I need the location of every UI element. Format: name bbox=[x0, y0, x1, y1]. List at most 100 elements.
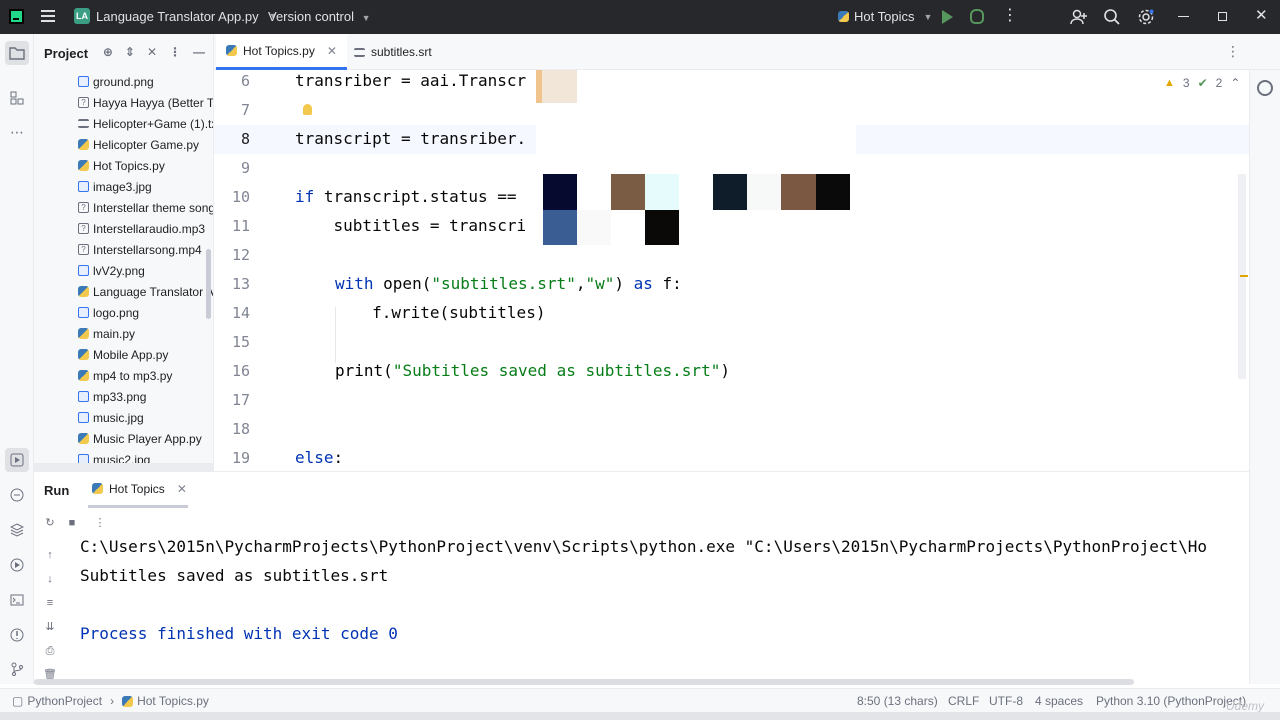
inspection-widget[interactable]: ▲3 ✔2 ⌃ ⌄ bbox=[1164, 76, 1258, 90]
problems-icon[interactable] bbox=[5, 623, 29, 647]
unknown-file-icon: ? bbox=[78, 223, 89, 234]
file-tree-item[interactable]: main.py bbox=[78, 323, 135, 344]
file-tree-item[interactable]: Language Translator Ap bbox=[78, 281, 214, 302]
file-tree-item[interactable]: image3.jpg bbox=[78, 176, 152, 197]
file-encoding[interactable]: UTF-8 bbox=[989, 694, 1023, 708]
run-config-selector[interactable]: Hot Topics ▼ bbox=[838, 9, 932, 24]
file-tree-item[interactable]: ? Interstellaraudio.mp3 bbox=[78, 218, 205, 239]
file-tree-item[interactable]: logo.png bbox=[78, 302, 139, 323]
print-icon[interactable]: ⎙ bbox=[43, 644, 57, 658]
code-line-16: print("Subtitles saved as subtitles.srt"… bbox=[335, 361, 730, 380]
run-panel-title[interactable]: Run bbox=[44, 483, 69, 498]
file-tree-item[interactable]: ground.png bbox=[78, 71, 154, 92]
more-tools-icon[interactable]: ⋯ bbox=[5, 120, 29, 144]
line-number: 6 bbox=[240, 72, 250, 90]
python-console-icon[interactable] bbox=[5, 483, 29, 507]
maximize-window-icon[interactable] bbox=[1218, 12, 1227, 21]
python-file-icon bbox=[78, 349, 89, 360]
code-editor[interactable]: 6 7 8 9 10 11 12 13 14 15 16 17 18 19 tr… bbox=[214, 70, 1280, 471]
run-icon[interactable] bbox=[942, 10, 953, 24]
file-tree-item[interactable]: mp4 to mp3.py bbox=[78, 365, 172, 386]
close-window-icon[interactable]: ✕ bbox=[1255, 6, 1268, 24]
file-name: Interstellar theme song bbox=[93, 200, 214, 215]
breadcrumb-file[interactable]: Hot Topics.py bbox=[137, 694, 209, 708]
image-file-icon bbox=[78, 391, 89, 402]
file-tree-item[interactable]: mp33.png bbox=[78, 386, 146, 407]
file-tree-item[interactable]: Music Player App.py bbox=[78, 428, 202, 449]
unknown-file-icon: ? bbox=[78, 202, 89, 213]
keyword-token: with bbox=[335, 274, 374, 293]
search-icon[interactable] bbox=[1103, 8, 1121, 29]
tab-subtitles[interactable]: subtitles.srt bbox=[344, 34, 442, 70]
warning-marker[interactable] bbox=[1240, 275, 1248, 277]
breadcrumb-project[interactable]: PythonProject bbox=[27, 694, 102, 708]
git-icon[interactable] bbox=[5, 657, 29, 681]
code-line-11: subtitles = transcri bbox=[295, 216, 527, 235]
python-interpreter[interactable]: Python 3.10 (PythonProject) bbox=[1096, 694, 1246, 708]
console-hscrollbar[interactable] bbox=[34, 679, 1134, 685]
hide-panel-icon[interactable]: — bbox=[193, 45, 205, 59]
file-tree-item[interactable]: lvV2y.png bbox=[78, 260, 145, 281]
redacted-block bbox=[536, 70, 577, 103]
minimize-window-icon[interactable] bbox=[1178, 16, 1189, 17]
lightbulb-icon[interactable] bbox=[303, 104, 312, 115]
file-tree-item[interactable]: music.jpg bbox=[78, 407, 144, 428]
file-name: Language Translator Ap bbox=[93, 284, 214, 299]
add-user-icon[interactable] bbox=[1070, 8, 1088, 29]
line-number: 8 bbox=[240, 130, 250, 148]
structure-icon[interactable] bbox=[5, 86, 29, 110]
tab-hot-topics[interactable]: Hot Topics.py ✕ bbox=[216, 34, 347, 70]
previous-highlight-icon[interactable]: ⌃ bbox=[1230, 76, 1240, 90]
project-switcher[interactable]: LA Language Translator App.py ▼ bbox=[74, 8, 278, 24]
file-tree-item[interactable]: Mobile App.py bbox=[78, 344, 168, 365]
line-number: 19 bbox=[231, 449, 250, 467]
scroll-down-icon[interactable]: ↓ bbox=[43, 572, 57, 586]
project-tree-scrollbar[interactable] bbox=[206, 249, 211, 319]
version-control-menu[interactable]: Version control ▼ bbox=[268, 9, 371, 24]
scroll-up-icon[interactable]: ↑ bbox=[43, 548, 57, 562]
file-tree-item[interactable]: Helicopter Game.py bbox=[78, 134, 199, 155]
scroll-to-end-icon[interactable]: ⇊ bbox=[43, 620, 57, 634]
options-icon[interactable]: ⋮ bbox=[169, 45, 181, 59]
services-icon[interactable] bbox=[5, 553, 29, 577]
file-tree-item[interactable]: ? Hayya Hayya (Better To bbox=[78, 92, 213, 113]
line-number: 11 bbox=[231, 217, 250, 235]
indent-setting[interactable]: 4 spaces bbox=[1035, 694, 1083, 708]
pycharm-logo-icon bbox=[9, 9, 24, 24]
redacted-block bbox=[543, 174, 577, 210]
warning-count: 3 bbox=[1182, 76, 1190, 90]
terminal-icon[interactable] bbox=[5, 588, 29, 612]
line-separator[interactable]: CRLF bbox=[948, 694, 979, 708]
settings-gear-icon[interactable] bbox=[1137, 8, 1155, 29]
run-tool-icon[interactable] bbox=[5, 448, 29, 472]
python-packages-icon[interactable] bbox=[5, 518, 29, 542]
expand-all-icon[interactable]: ⇕ bbox=[125, 45, 135, 59]
file-tree-item[interactable]: ? Interstellarsong.mp4 bbox=[78, 239, 202, 260]
tab-options-icon[interactable]: ⋮ bbox=[1226, 43, 1240, 60]
file-tree-item[interactable]: Hot Topics.py bbox=[78, 155, 165, 176]
file-name: Mobile App.py bbox=[93, 347, 169, 362]
file-tree-item[interactable]: Helicopter+Game (1).txt bbox=[78, 113, 214, 134]
caret-position[interactable]: 8:50 (13 chars) bbox=[857, 694, 938, 708]
run-tab-hot-topics[interactable]: Hot Topics ✕ bbox=[88, 472, 188, 508]
project-folder-icon[interactable] bbox=[5, 41, 29, 65]
main-menu-icon[interactable] bbox=[41, 10, 55, 22]
file-name: Helicopter+Game (1).txt bbox=[93, 116, 214, 131]
file-tree-item[interactable]: ? Interstellar theme song bbox=[78, 197, 214, 218]
debug-icon[interactable] bbox=[970, 9, 984, 24]
stop-icon[interactable]: ■ bbox=[65, 516, 79, 530]
close-tab-icon[interactable]: ✕ bbox=[327, 44, 337, 58]
line-number: 18 bbox=[231, 420, 250, 438]
warning-icon: ▲ bbox=[1164, 77, 1175, 89]
more-options-icon[interactable]: ⋮ bbox=[93, 516, 107, 530]
locate-file-icon[interactable]: ⊕ bbox=[103, 45, 113, 59]
rerun-icon[interactable]: ↻ bbox=[43, 516, 57, 530]
ai-assistant-icon[interactable] bbox=[1257, 80, 1273, 96]
project-tree-hscrollbar[interactable] bbox=[34, 463, 213, 471]
project-panel-title[interactable]: Project bbox=[44, 46, 88, 61]
chevron-down-icon: ▼ bbox=[923, 11, 933, 22]
collapse-all-icon[interactable]: ✕ bbox=[147, 45, 157, 59]
close-tab-icon[interactable]: ✕ bbox=[177, 482, 187, 496]
more-actions-icon[interactable]: ⋮ bbox=[1002, 8, 1018, 24]
soft-wrap-icon[interactable]: ≡ bbox=[43, 596, 57, 610]
